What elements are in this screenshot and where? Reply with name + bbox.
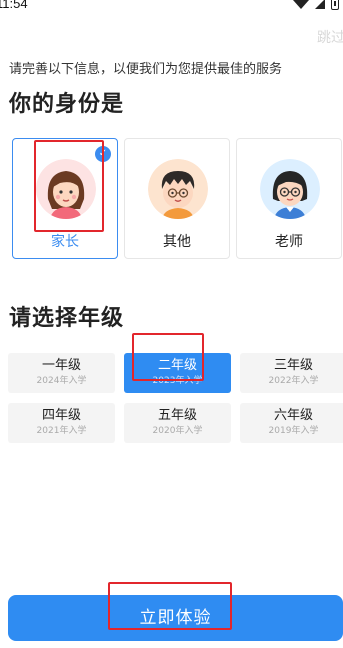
status-icons <box>293 0 339 10</box>
boy-avatar-icon <box>148 159 208 219</box>
grade-option-5[interactable]: 五年级 2020年入学 <box>124 403 231 443</box>
grade-option-3[interactable]: 三年级 2022年入学 <box>240 353 343 393</box>
grade-year: 2021年入学 <box>36 426 87 436</box>
grade-name: 三年级 <box>273 358 313 373</box>
check-icon: ✓ <box>95 146 111 162</box>
grade-option-1[interactable]: 一年级 2024年入学 <box>8 353 115 393</box>
woman-avatar-icon <box>36 159 96 219</box>
grade-name: 一年级 <box>41 358 81 373</box>
battery-icon <box>331 0 339 10</box>
identity-label-parent: 家长 <box>51 234 79 250</box>
status-time: 11:54 <box>0 0 28 11</box>
grade-name: 四年级 <box>41 408 81 423</box>
wifi-icon <box>293 0 309 9</box>
identity-card-teacher[interactable]: 老师 <box>236 138 342 259</box>
grade-year: 2019年入学 <box>268 426 319 436</box>
signal-icon <box>315 0 325 9</box>
grade-option-4[interactable]: 四年级 2021年入学 <box>8 403 115 443</box>
grade-year: 2022年入学 <box>268 376 319 386</box>
identity-title: 你的身份是 <box>9 92 125 117</box>
identity-card-other[interactable]: 其他 <box>124 138 230 259</box>
grade-year: 2024年入学 <box>36 376 87 386</box>
grade-title: 请选择年级 <box>9 306 125 331</box>
grade-name: 五年级 <box>157 408 197 423</box>
grade-option-2[interactable]: 二年级 2023年入学 <box>124 353 231 393</box>
grade-name: 六年级 <box>273 408 313 423</box>
identity-label-teacher: 老师 <box>275 234 303 250</box>
start-experience-button[interactable]: 立即体验 <box>8 595 343 641</box>
identity-label-other: 其他 <box>163 234 191 250</box>
grade-name: 二年级 <box>157 358 197 373</box>
teacher-avatar-icon <box>260 159 320 219</box>
identity-card-parent[interactable]: ✓ 家长 <box>12 138 118 259</box>
skip-button[interactable]: 跳过 <box>317 27 343 47</box>
grade-option-6[interactable]: 六年级 2019年入学 <box>240 403 343 443</box>
identity-cards: ✓ 家长 其他 老师 <box>12 138 342 259</box>
status-bar: 11:54 <box>0 0 343 14</box>
grade-year: 2020年入学 <box>152 426 203 436</box>
subtitle: 请完善以下信息，以便我们为您提供最佳的服务 <box>9 62 283 77</box>
grade-year: 2023年入学 <box>152 376 203 386</box>
